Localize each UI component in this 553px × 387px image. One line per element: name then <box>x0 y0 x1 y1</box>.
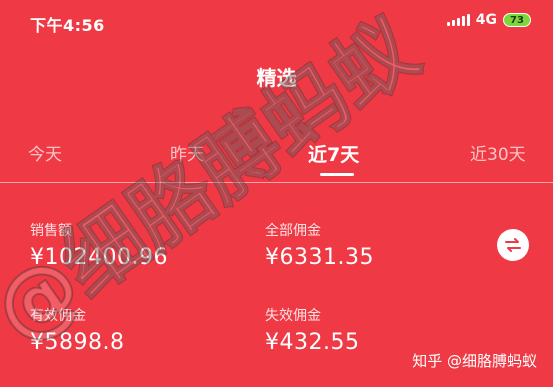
sales-value: ¥102400.96 <box>30 245 168 270</box>
valid-commission-value: ¥5898.8 <box>30 330 125 355</box>
tab-last-30-days[interactable]: 近30天 <box>470 140 526 165</box>
tab-last-7-days[interactable]: 近7天 <box>308 140 359 167</box>
valid-commission-label: 有效佣金 <box>30 308 86 324</box>
status-time: 下午4:56 <box>30 16 105 35</box>
status-bar: 下午4:56 4G 73 <box>0 0 553 44</box>
tab-yesterday[interactable]: 昨天 <box>170 140 204 165</box>
date-range-tabs: 今天 昨天 近7天 近30天 <box>0 140 553 180</box>
sales-label: 销售额 <box>30 223 72 239</box>
page-title: 精选 <box>256 66 297 90</box>
tab-today[interactable]: 今天 <box>28 140 62 165</box>
signal-icon <box>446 14 470 26</box>
battery-level: 73 <box>510 14 524 26</box>
diagonal-watermark: @细胳膊蚂蚁 <box>0 0 436 362</box>
total-commission-value: ¥6331.35 <box>265 245 374 270</box>
active-tab-indicator <box>320 173 354 176</box>
battery-icon: 73 <box>503 13 531 27</box>
invalid-commission-label: 失效佣金 <box>265 308 321 324</box>
swap-arrows-icon <box>505 238 521 252</box>
watermark-credit: 知乎 @细胳膊蚂蚁 <box>412 352 537 370</box>
status-indicators: 4G 73 <box>446 12 531 28</box>
total-commission-label: 全部佣金 <box>265 223 321 239</box>
network-label: 4G <box>475 12 497 28</box>
invalid-commission-value: ¥432.55 <box>265 330 360 355</box>
tabs-divider <box>0 182 553 183</box>
swap-arrows-button[interactable] <box>497 229 529 261</box>
